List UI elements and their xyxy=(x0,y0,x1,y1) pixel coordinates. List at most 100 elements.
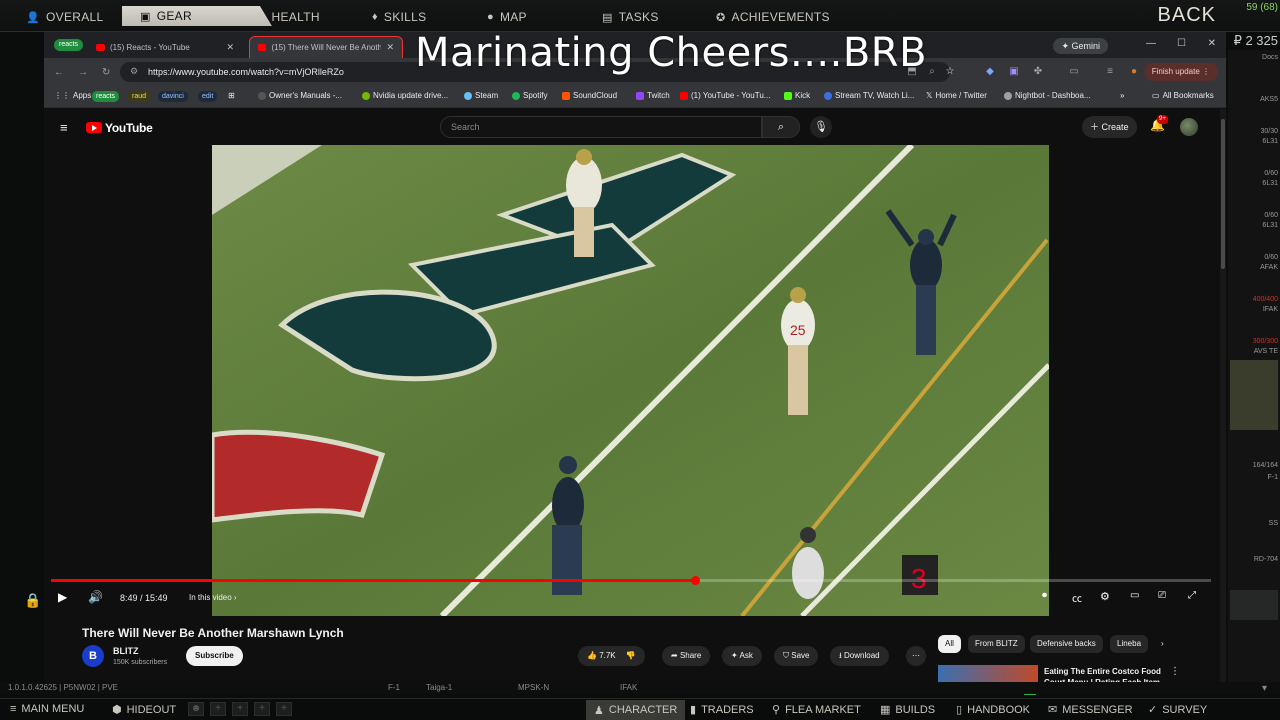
search-input[interactable]: Search xyxy=(440,116,762,138)
handbook-button[interactable]: ▯ HANDBOOK xyxy=(956,703,1030,717)
youtube-logo-text[interactable]: YouTube xyxy=(105,121,153,135)
window-close-icon[interactable]: ✕ xyxy=(1208,38,1216,49)
forward-arrow-icon[interactable]: → xyxy=(78,67,88,78)
hideout-button[interactable]: ⬢ HIDEOUT xyxy=(112,703,176,717)
chip-defensive-backs[interactable]: Defensive backs xyxy=(1030,635,1103,653)
bookmark-twitch[interactable]: Twitch xyxy=(636,91,670,100)
extension-twitch-icon[interactable]: ▣ xyxy=(1008,66,1020,78)
more-bookmarks-icon[interactable]: » xyxy=(1120,91,1124,100)
bookmark-youtube[interactable]: (1) YouTube - YouTu... xyxy=(680,91,770,100)
minimize-icon[interactable]: — xyxy=(1146,38,1156,49)
profile-icon[interactable]: ● xyxy=(1128,66,1140,78)
ask-button[interactable]: ✦ Ask xyxy=(722,646,762,666)
game-tab-gear[interactable]: ▣ GEAR xyxy=(122,6,272,26)
quick-slot[interactable]: + xyxy=(232,702,248,716)
game-tab-health[interactable]: ✚ HEALTH xyxy=(256,6,320,28)
extension-icon[interactable]: ◆ xyxy=(984,66,996,78)
account-avatar[interactable] xyxy=(1180,118,1198,136)
subscribe-button[interactable]: Subscribe xyxy=(186,646,243,666)
chip-all[interactable]: All xyxy=(938,635,961,653)
zoom-icon[interactable]: ⌕ xyxy=(926,66,938,78)
survey-button[interactable]: ✓ SURVEY xyxy=(1148,703,1207,717)
channel-avatar[interactable]: B xyxy=(82,645,104,667)
bookmark-nvidia[interactable]: Nvidia update drive... xyxy=(362,91,448,100)
bookmark-all-bookmarks[interactable]: ▭ All Bookmarks xyxy=(1152,91,1214,100)
scrollbar-thumb[interactable] xyxy=(1221,119,1225,269)
bookmark-steam[interactable]: Steam xyxy=(464,91,498,100)
reload-icon[interactable]: ↻ xyxy=(102,67,110,78)
captions-icon[interactable]: ㏄ xyxy=(1072,590,1082,605)
gemini-button[interactable]: ✦ Gemini xyxy=(1053,38,1108,54)
volume-icon[interactable]: 🔊 xyxy=(88,590,103,604)
bookmark-group-reacts[interactable]: reacts xyxy=(92,91,120,102)
progress-scrubber-handle[interactable] xyxy=(690,576,700,585)
game-tab-overall[interactable]: 👤 OVERALL xyxy=(26,6,103,28)
more-actions-icon[interactable]: ⋯ xyxy=(906,646,926,666)
back-button[interactable]: BACK xyxy=(1158,4,1216,27)
hamburger-menu-icon[interactable]: ≡ xyxy=(60,120,68,135)
chevron-right-icon[interactable]: › xyxy=(1154,635,1171,653)
finish-update-button[interactable]: Finish update ⋮ xyxy=(1143,63,1218,81)
search-icon[interactable]: ⌕ xyxy=(762,116,800,138)
microphone-icon[interactable]: 🎙 xyxy=(810,116,832,138)
autoplay-toggle[interactable]: ⏺ xyxy=(1042,590,1047,601)
bookmark-group-raud[interactable]: raud xyxy=(128,91,151,102)
settings-gear-icon[interactable]: ⚙ xyxy=(1100,590,1110,603)
like-button[interactable]: 👍 7.7K 👎 xyxy=(578,646,645,666)
builds-button[interactable]: ▦ BUILDS xyxy=(880,703,935,717)
bookmark-star-icon[interactable]: ☆ xyxy=(944,66,956,78)
main-menu-button[interactable]: ≡ MAIN MENU xyxy=(10,703,84,715)
bookmark-nightbot[interactable]: Nightbot - Dashboa... xyxy=(1004,91,1091,100)
play-icon[interactable]: ▶ xyxy=(58,590,67,604)
quick-slot[interactable]: + xyxy=(276,702,292,716)
browser-tab-active[interactable]: (15) There Will Never Be Anoth... ✕ xyxy=(249,36,403,58)
quick-slot[interactable]: + xyxy=(210,702,226,716)
maximize-icon[interactable]: ☐ xyxy=(1177,38,1186,49)
bookmark-twitter[interactable]: 𝕏 Home / Twitter xyxy=(926,91,987,100)
bookmark-group-edit[interactable]: edit xyxy=(198,91,218,102)
item-slot-weapon[interactable] xyxy=(1230,590,1278,620)
browser-tab-reacts[interactable]: (15) Reacts - YouTube ✕ xyxy=(88,36,242,58)
site-info-icon[interactable]: ⚙ xyxy=(130,66,138,77)
game-tab-tasks[interactable]: ▤ TASKS xyxy=(602,6,659,28)
bookmark-spotify[interactable]: Spotify xyxy=(512,91,547,100)
in-this-video-button[interactable]: In this video › xyxy=(189,593,237,602)
more-vert-icon[interactable]: ⋮ xyxy=(1170,666,1180,677)
bookmark-owners-manuals[interactable]: Owner's Manuals -... xyxy=(258,91,342,100)
share-button[interactable]: ➦ Share xyxy=(662,646,711,666)
video-player[interactable]: 25 3 xyxy=(212,145,1049,616)
bookmark-group-davinci[interactable]: davinci xyxy=(158,91,188,102)
bookmark-apps[interactable]: ⋮⋮ Apps xyxy=(54,91,91,100)
sidebar-icon[interactable]: ▭ xyxy=(1068,66,1080,78)
cast-icon[interactable]: ⎚ xyxy=(1158,590,1166,601)
padlock-icon[interactable]: 🔒 xyxy=(24,592,41,609)
page-scrollbar[interactable] xyxy=(1220,109,1226,692)
bookmark-soundcloud[interactable]: SoundCloud xyxy=(562,91,617,100)
tab-groups-icon[interactable]: ⊞ xyxy=(228,91,235,100)
bookmark-kick[interactable]: Kick xyxy=(784,91,810,100)
save-button[interactable]: ⛉ Save xyxy=(774,646,819,666)
close-icon[interactable]: ✕ xyxy=(386,42,394,53)
game-tab-skills[interactable]: ♦ SKILLS xyxy=(372,6,426,28)
character-button[interactable]: ♟ CHARACTER xyxy=(586,700,686,720)
messenger-button[interactable]: ✉ MESSENGER xyxy=(1048,703,1133,717)
quick-slot[interactable]: + xyxy=(254,702,270,716)
game-tab-map[interactable]: ● MAP xyxy=(487,6,527,28)
tab-group-chip[interactable]: reacts xyxy=(54,39,84,51)
back-arrow-icon[interactable]: ← xyxy=(54,67,64,78)
puzzle-icon[interactable]: ✤ xyxy=(1032,66,1044,78)
create-button[interactable]: ＋ Create xyxy=(1082,116,1137,138)
thumbs-down-icon[interactable]: 👎 xyxy=(626,651,636,660)
close-icon[interactable]: ✕ xyxy=(226,42,234,53)
download-button[interactable]: ⭳ Download xyxy=(830,646,889,666)
quick-slot[interactable]: ☻ xyxy=(188,702,204,716)
video-progress-bar[interactable] xyxy=(51,576,1211,585)
game-tab-achievements[interactable]: ✪ ACHIEVEMENTS xyxy=(716,6,830,28)
fullscreen-icon[interactable]: ⤢ xyxy=(1188,590,1196,601)
traders-button[interactable]: ▮ TRADERS xyxy=(690,703,754,717)
media-icon[interactable]: ≡ xyxy=(1104,66,1116,78)
chip-from-blitz[interactable]: From BLITZ xyxy=(968,635,1025,653)
bookmark-stream-tv[interactable]: Stream TV, Watch Li... xyxy=(824,91,914,100)
channel-name[interactable]: BLITZ xyxy=(113,646,139,656)
item-slot-armor[interactable] xyxy=(1230,360,1278,430)
